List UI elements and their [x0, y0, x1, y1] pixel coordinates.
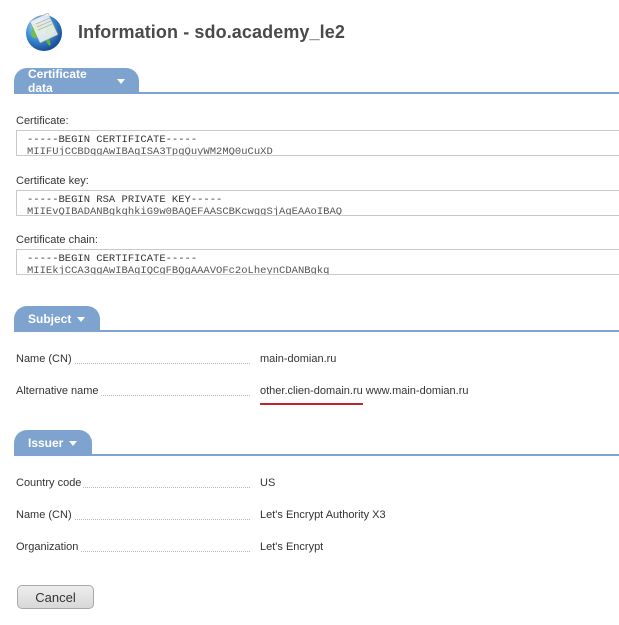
tab-label: Certificate data	[28, 67, 87, 95]
certificate-text-line: -----BEGIN CERTIFICATE-----	[27, 134, 198, 146]
organization-label: Organization	[16, 541, 81, 553]
country-code-label: Country code	[16, 477, 84, 489]
certificate-key-label: Certificate key:	[16, 175, 89, 187]
issuer-name-row: Name (CN) Let's Encrypt Authority X3	[16, 509, 619, 525]
subject-name-row: Name (CN) main-domian.ru	[16, 353, 619, 369]
globe-icon	[22, 10, 66, 54]
alternative-name-second: www.main-domian.ru	[365, 385, 469, 397]
key-text-line: -----BEGIN RSA PRIVATE KEY-----	[27, 194, 223, 206]
country-code-value: US	[260, 477, 276, 489]
chevron-down-icon	[69, 440, 78, 446]
issuer-name-value: Let's Encrypt Authority X3	[260, 509, 386, 521]
certificate-chain-textarea[interactable]: -----BEGIN CERTIFICATE----- MIIEkjCCA3qg…	[16, 249, 619, 275]
tab-label: Subject	[28, 312, 72, 326]
certificate-label: Certificate:	[16, 115, 69, 127]
alternative-name-label: Alternative name	[16, 385, 101, 397]
chain-text-line: MIIEkjCCA3qgAwIBAgIQCgFBQgAAAVOFc2oLheyn…	[27, 265, 330, 275]
certificate-text-line: MIIFUjCCBDqgAwIBAgISA3TpgQuyWM2MQ0uCuXD	[27, 146, 273, 156]
issuer-section-header: Issuer	[14, 428, 619, 456]
chevron-down-icon	[117, 78, 125, 84]
alternative-name-row: Alternative name other.clien-domain.ru w…	[16, 385, 619, 405]
tab-certificate-data[interactable]: Certificate data	[14, 67, 139, 95]
certificate-key-textarea[interactable]: -----BEGIN RSA PRIVATE KEY----- MIIEvQIB…	[16, 190, 619, 216]
subject-section-header: Subject	[14, 304, 619, 332]
subject-name-value: main-domian.ru	[260, 353, 337, 365]
tab-issuer[interactable]: Issuer	[14, 430, 92, 456]
organization-value: Let's Encrypt	[260, 541, 324, 553]
alternative-name-highlighted: other.clien-domain.ru	[260, 385, 363, 405]
key-text-line: MIIEvQIBADANBgkqhkiG9w0BAQEFAASCBKcwggSj…	[27, 206, 343, 216]
chain-text-line: -----BEGIN CERTIFICATE-----	[27, 253, 198, 265]
chevron-down-icon	[77, 316, 86, 322]
subject-name-label: Name (CN)	[16, 353, 74, 365]
tab-label: Issuer	[28, 436, 64, 450]
country-code-row: Country code US	[16, 477, 619, 493]
page-header: Information - sdo.academy_le2	[22, 8, 345, 56]
certificate-section-header: Certificate data	[14, 66, 619, 95]
certificate-chain-label: Certificate chain:	[16, 234, 98, 246]
issuer-name-label: Name (CN)	[16, 509, 74, 521]
alternative-name-value: other.clien-domain.ru www.main-domian.ru	[260, 385, 469, 405]
page-title: Information - sdo.academy_le2	[78, 21, 345, 42]
tab-subject[interactable]: Subject	[14, 306, 100, 332]
cancel-button[interactable]: Cancel	[17, 585, 94, 609]
certificate-textarea[interactable]: -----BEGIN CERTIFICATE----- MIIFUjCCBDqg…	[16, 130, 619, 156]
organization-row: Organization Let's Encrypt	[16, 541, 619, 557]
